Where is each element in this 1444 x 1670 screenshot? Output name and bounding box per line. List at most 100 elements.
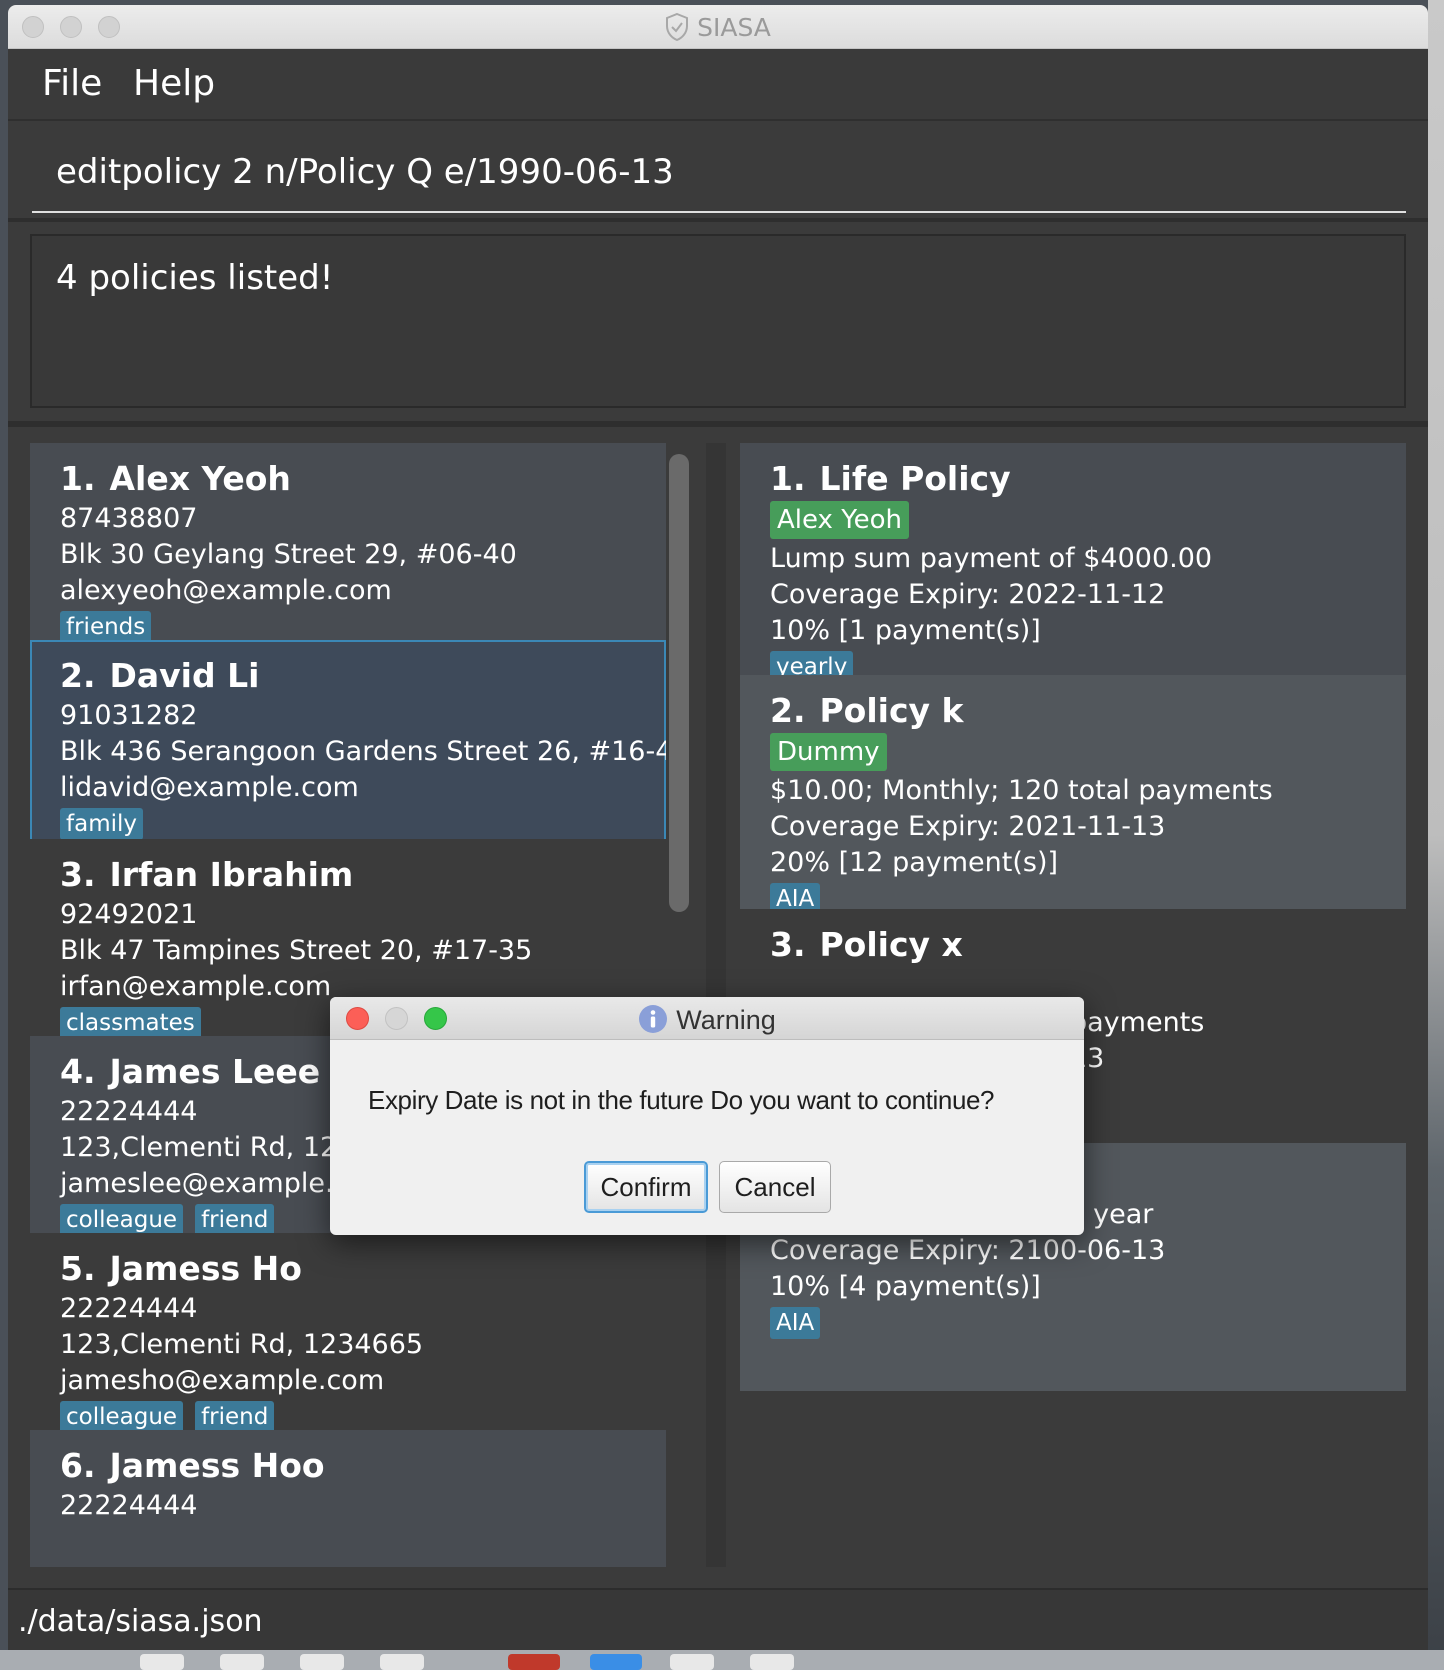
dialog-message: Expiry Date is not in the future Do you … bbox=[368, 1085, 995, 1115]
shield-icon bbox=[666, 12, 689, 42]
owner-tag: Alex Yeoh bbox=[770, 501, 910, 539]
policy-card[interactable]: 1. Life Policy Alex Yeoh Lump sum payment o… bbox=[740, 443, 1406, 691]
result-display: 4 policies listed! bbox=[30, 234, 1406, 408]
policy-commission: 10% [4 payment(s)] bbox=[770, 1271, 1041, 1302]
person-index: 6. bbox=[60, 1446, 96, 1485]
person-name-text: Jamess Hoo bbox=[109, 1446, 325, 1485]
dock-item[interactable] bbox=[220, 1654, 264, 1670]
policy-name: 1. Life Policy bbox=[770, 457, 1406, 501]
dock bbox=[0, 1650, 1444, 1670]
window-title-text: SIASA bbox=[697, 13, 771, 42]
tag-label: classmates bbox=[60, 1007, 201, 1039]
dock-item[interactable] bbox=[750, 1654, 794, 1670]
policy-name-text: Life Policy bbox=[819, 459, 1011, 498]
person-phone: 91031282 bbox=[60, 700, 198, 731]
info-icon bbox=[639, 1005, 668, 1033]
person-address: 123,Clementi Rd, 1234665 bbox=[60, 1329, 424, 1360]
person-index: 5. bbox=[60, 1249, 96, 1288]
person-phone: 22224444 bbox=[60, 1490, 198, 1521]
person-name: 1. Alex Yeoh bbox=[60, 457, 666, 501]
owner-tag: Dummy bbox=[770, 733, 887, 771]
tag-label: family bbox=[60, 808, 143, 840]
dialog-titlebar: Warning bbox=[330, 997, 1084, 1040]
policy-expiry: Coverage Expiry: 2021-11-13 bbox=[770, 811, 1166, 842]
cancel-button[interactable]: Cancel bbox=[719, 1161, 831, 1213]
result-text: 4 policies listed! bbox=[56, 258, 334, 298]
policy-tags: AIA bbox=[770, 1307, 1406, 1341]
person-address: Blk 47 Tampines Street 20, #17-35 bbox=[60, 935, 533, 966]
policy-commission: 10% [1 payment(s)] bbox=[770, 615, 1041, 646]
policy-card[interactable]: 2. Policy k Dummy $10.00; Monthly; 120 tota… bbox=[740, 675, 1406, 923]
warning-dialog: Warning Expiry Date is not in the future… bbox=[330, 997, 1084, 1235]
person-index: 2. bbox=[60, 656, 96, 695]
person-address: Blk 30 Geylang Street 29, #06-40 bbox=[60, 539, 517, 570]
tag-label: AIA bbox=[770, 1307, 821, 1339]
divider bbox=[8, 218, 1428, 222]
app-window: SIASA File Help 4 policies listed! 1.Ale… bbox=[8, 5, 1428, 1650]
tag-label: colleague bbox=[60, 1401, 184, 1433]
window-title: SIASA bbox=[8, 12, 1428, 42]
menu-file[interactable]: File bbox=[42, 63, 102, 104]
person-name-text: David Li bbox=[109, 656, 260, 695]
policy-name-text: Policy x bbox=[819, 925, 963, 964]
person-card[interactable]: 6. Jamess Hoo 22224444 bbox=[30, 1430, 666, 1567]
policy-owner: Alex Yeoh bbox=[770, 501, 1406, 541]
person-index: 1. bbox=[60, 459, 96, 498]
person-name: 2. David Li bbox=[60, 654, 664, 698]
dock-item[interactable] bbox=[670, 1654, 714, 1670]
command-box bbox=[32, 133, 1406, 213]
policy-index: 1. bbox=[770, 459, 806, 498]
person-name-text: Irfan Ibrahim bbox=[109, 855, 354, 894]
person-email: jamesho@example.com bbox=[60, 1365, 385, 1396]
person-card[interactable]: 1. Alex Yeoh 87438807 Blk 30 Geylang Street… bbox=[30, 443, 666, 653]
person-email: alexyeoh@example.com bbox=[60, 575, 392, 606]
policy-expiry: Coverage Expiry: 2022-11-12 bbox=[770, 579, 1166, 610]
tag-label: friend bbox=[195, 1401, 275, 1433]
person-name: 5. Jamess Ho bbox=[60, 1247, 666, 1291]
person-phone: 92492021 bbox=[60, 899, 198, 930]
dock-item[interactable] bbox=[140, 1654, 184, 1670]
person-phone: 22224444 bbox=[60, 1293, 198, 1324]
person-index: 4. bbox=[60, 1052, 96, 1091]
person-name: 6. Jamess Hoo bbox=[60, 1444, 666, 1488]
tag-label: friends bbox=[60, 611, 152, 643]
policy-payment: Lump sum payment of $4000.00 bbox=[770, 543, 1213, 574]
dock-item[interactable] bbox=[590, 1654, 642, 1670]
divider bbox=[8, 421, 1428, 427]
menu-help[interactable]: Help bbox=[133, 63, 215, 104]
person-phone: 87438807 bbox=[60, 503, 198, 534]
desktop-background bbox=[1428, 0, 1444, 1670]
person-name-text: Alex Yeoh bbox=[109, 459, 291, 498]
person-card[interactable]: 5. Jamess Ho 22224444 123,Clementi Rd, 1234… bbox=[30, 1233, 666, 1443]
save-location: ./data/siasa.json bbox=[18, 1604, 263, 1639]
tag-label: colleague bbox=[60, 1204, 184, 1236]
confirm-button[interactable]: Confirm bbox=[584, 1161, 708, 1213]
policy-payment: $10.00; Monthly; 120 total payments bbox=[770, 775, 1273, 806]
policy-commission: 20% [12 payment(s)] bbox=[770, 847, 1059, 878]
policy-index: 2. bbox=[770, 691, 806, 730]
policy-name: 3. Policy x bbox=[770, 923, 1406, 967]
window-titlebar: SIASA bbox=[8, 5, 1428, 49]
person-name-text: Jamess Ho bbox=[109, 1249, 302, 1288]
status-bar: ./data/siasa.json bbox=[8, 1588, 1428, 1650]
menu-bar: File Help bbox=[8, 49, 1428, 121]
dock-item[interactable] bbox=[380, 1654, 424, 1670]
person-card[interactable]: 2. David Li 91031282 Blk 436 Serangoon Gard… bbox=[30, 640, 666, 850]
policy-name: 2. Policy k bbox=[770, 689, 1406, 733]
dock-item[interactable] bbox=[300, 1654, 344, 1670]
policy-name-text: Policy k bbox=[819, 691, 964, 730]
policy-expiry: Coverage Expiry: 2100-06-13 bbox=[770, 1235, 1166, 1266]
person-name: 3. Irfan Ibrahim bbox=[60, 853, 666, 897]
person-tags: family bbox=[60, 808, 664, 842]
tag-label: friend bbox=[195, 1204, 275, 1236]
person-name-text: James Leee bbox=[109, 1052, 321, 1091]
person-email: lidavid@example.com bbox=[60, 772, 359, 803]
person-address: Blk 436 Serangoon Gardens Street 26, #16… bbox=[60, 736, 666, 767]
dock-item[interactable] bbox=[508, 1654, 560, 1670]
dialog-title: Warning bbox=[330, 1004, 1084, 1036]
person-list-scrollbar[interactable] bbox=[669, 454, 689, 912]
command-input[interactable] bbox=[32, 133, 1406, 211]
person-index: 3. bbox=[60, 855, 96, 894]
dialog-title-text: Warning bbox=[676, 1005, 776, 1035]
policy-index: 3. bbox=[770, 925, 806, 964]
